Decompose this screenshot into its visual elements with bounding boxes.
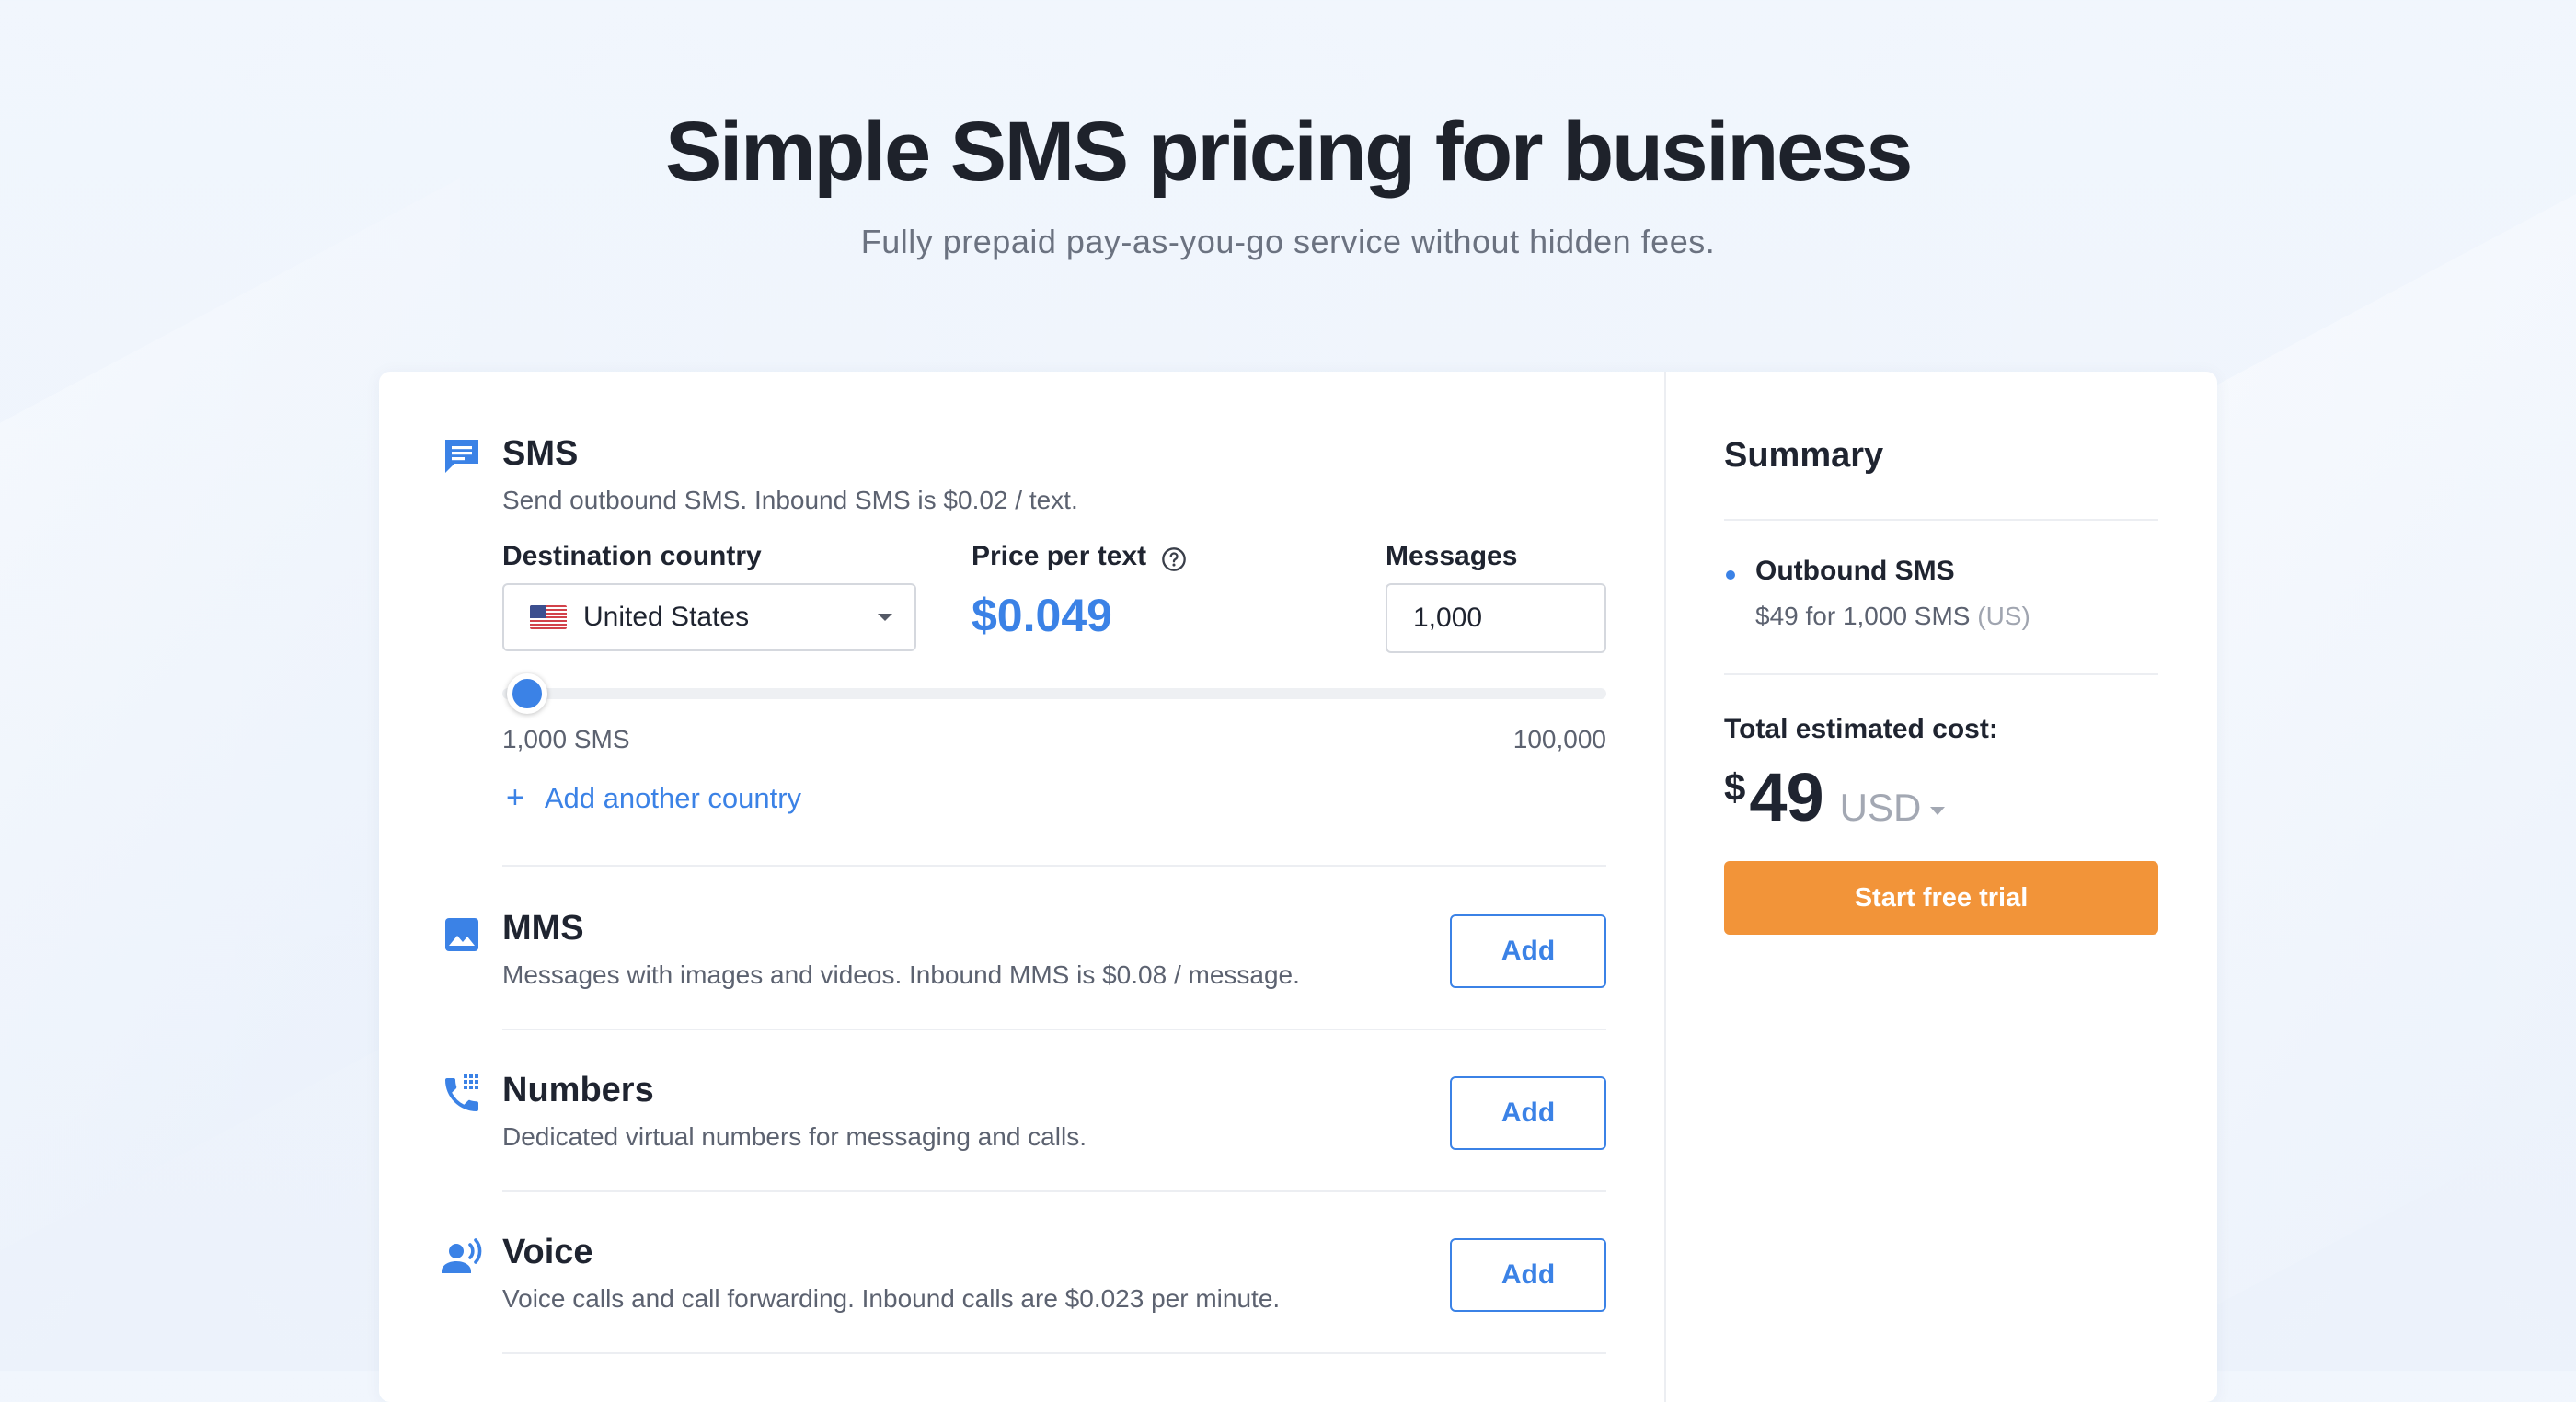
plus-icon: + [506,780,524,815]
messages-label: Messages [1386,541,1518,571]
mms-title: MMS [502,909,584,948]
summary-panel: Summary Outbound SMS $49 for 1,000 SMS (… [1666,372,2217,1402]
sms-title: SMS [502,434,579,473]
total-amount: 49 [1749,759,1823,835]
pricing-options: SMS Send outbound SMS. Inbound SMS is $0… [379,372,1666,1402]
bullet-icon [1726,570,1735,580]
slider-max-label: 100,000 [1512,725,1606,753]
sms-description: Send outbound SMS. Inbound SMS is $0.02 … [502,486,1078,514]
summary-item-detail: $49 for 1,000 SMS (US) [1755,602,2030,631]
summary-item-price: $49 for 1,000 SMS [1755,602,1971,630]
start-free-trial-button[interactable]: Start free trial [1724,861,2158,935]
us-flag-icon [530,605,567,629]
divider [1724,519,2158,521]
summary-title: Summary [1724,436,1884,475]
total-cost-label: Total estimated cost: [1724,714,1998,744]
image-icon [445,918,478,951]
divider [502,1029,1606,1030]
add-numbers-button[interactable]: Add [1450,1076,1606,1150]
currency-select[interactable]: USD [1840,786,1946,830]
add-voice-button[interactable]: Add [1450,1238,1606,1312]
messages-slider-handle[interactable] [507,673,547,714]
currency-symbol: $ [1724,765,1746,809]
numbers-title: Numbers [502,1071,654,1109]
chevron-down-icon [1930,806,1946,815]
divider [502,1352,1606,1354]
summary-item-title: Outbound SMS [1755,556,1955,586]
divider [1724,673,2158,675]
message-icon [445,440,478,473]
total-cost: $ 49 USD [1724,758,1946,836]
add-another-country-label: Add another country [544,781,802,814]
slider-min-label: 1,000 SMS [502,725,630,753]
add-mms-button[interactable]: Add [1450,914,1606,988]
price-per-text-label: Price per text [972,541,1147,571]
messages-slider-track[interactable] [502,688,1606,699]
page-subtitle: Fully prepaid pay-as-you-go service with… [860,223,1716,260]
country-select-value: United States [583,602,750,632]
help-icon[interactable] [1161,546,1187,572]
add-another-country-link[interactable]: + Add another country [506,780,801,816]
page-title: Simple SMS pricing for business [665,105,1913,199]
country-select[interactable]: United States [502,583,916,651]
currency-select-value: USD [1839,786,1922,829]
hero: Simple SMS pricing for business Fully pr… [0,101,2576,261]
pricing-card: SMS Send outbound SMS. Inbound SMS is $0… [379,372,2217,1402]
chevron-down-icon [878,614,892,621]
price-per-text-value: $0.049 [972,590,1112,641]
divider [502,865,1606,867]
phone-dialpad-icon [445,1074,478,1111]
divider [502,1190,1606,1192]
voice-title: Voice [502,1233,593,1271]
numbers-description: Dedicated virtual numbers for messaging … [502,1122,1087,1151]
summary-item-region: (US) [1977,602,2030,630]
messages-input[interactable] [1386,583,1606,653]
voice-icon [442,1238,482,1273]
destination-country-label: Destination country [502,541,762,571]
voice-description: Voice calls and call forwarding. Inbound… [502,1284,1281,1313]
mms-description: Messages with images and videos. Inbound… [502,960,1300,989]
